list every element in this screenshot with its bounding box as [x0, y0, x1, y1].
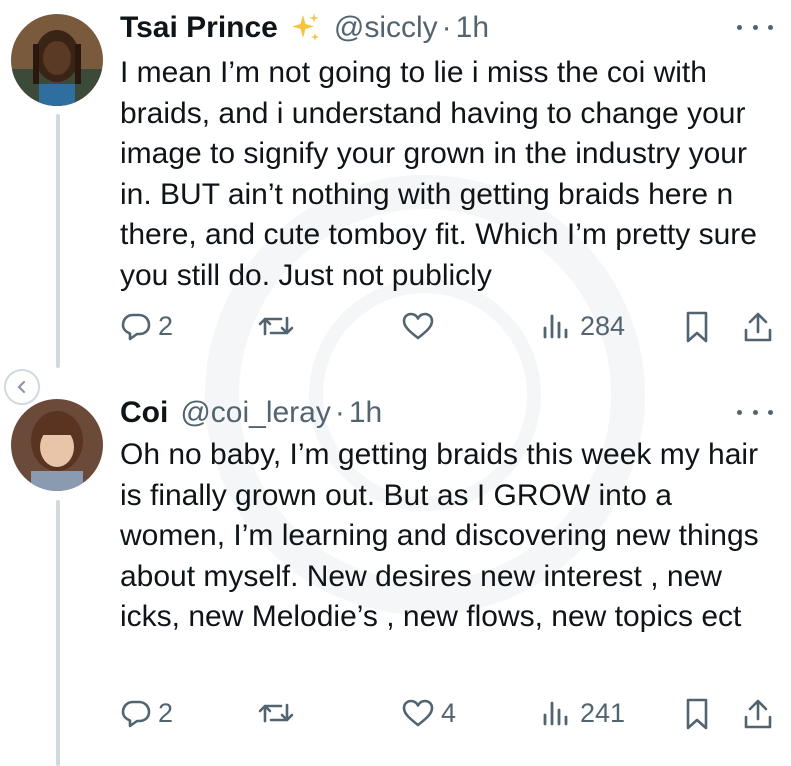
- repost-icon: [258, 316, 294, 336]
- timestamp[interactable]: 1h: [349, 396, 382, 430]
- reply-icon: [121, 313, 151, 341]
- tweet-actions: 2 4 241: [0, 694, 791, 734]
- reply-icon: [121, 700, 151, 728]
- bookmark-icon: [686, 311, 708, 343]
- avatar[interactable]: [11, 399, 103, 491]
- tweet-text: I mean I’m not going to lie i miss the c…: [120, 56, 766, 292]
- view-count: 241: [580, 697, 626, 728]
- back-arrow-button[interactable]: [4, 369, 40, 405]
- avatar-image: [11, 14, 103, 106]
- like-button[interactable]: 4: [401, 697, 456, 729]
- separator-dot: ·: [441, 11, 452, 44]
- avatar[interactable]: [11, 14, 103, 106]
- repost-button[interactable]: [257, 697, 301, 729]
- display-name[interactable]: Coi: [120, 396, 168, 430]
- share-icon: [744, 312, 772, 342]
- heart-icon: [402, 312, 434, 340]
- reply-count: 2: [158, 310, 174, 341]
- views-button[interactable]: 284: [540, 310, 625, 342]
- sparkles-icon: [288, 11, 322, 45]
- display-name[interactable]: Tsai Prince: [120, 11, 278, 45]
- repost-icon: [258, 703, 294, 723]
- bookmark-button[interactable]: [682, 310, 712, 344]
- bookmark-icon: [686, 698, 708, 730]
- like-count: 4: [441, 697, 457, 728]
- tweet-header: Coi @coi_leray · 1h: [120, 393, 382, 433]
- analytics-icon: [543, 314, 568, 339]
- bookmark-button[interactable]: [682, 697, 712, 731]
- reply-count: 2: [158, 697, 174, 728]
- like-button[interactable]: [401, 310, 441, 342]
- avatar-image: [11, 399, 103, 491]
- handle[interactable]: @coi_leray: [180, 396, 331, 430]
- share-button[interactable]: [742, 697, 774, 731]
- separator-dot: ·: [334, 396, 345, 429]
- heart-icon: [402, 699, 434, 727]
- reply-button[interactable]: 2: [120, 697, 173, 729]
- handle[interactable]: @siccly: [334, 11, 438, 45]
- more-options-icon[interactable]: [737, 21, 773, 33]
- tweet-header: Tsai Prince @siccly · 1h: [120, 8, 489, 48]
- tweet-text: Oh no baby, I’m getting braids this week…: [120, 438, 768, 633]
- analytics-icon: [543, 701, 568, 726]
- share-button[interactable]: [742, 310, 774, 344]
- view-count: 284: [580, 310, 626, 341]
- chevron-left-icon: [17, 380, 26, 394]
- views-button[interactable]: 241: [540, 697, 625, 729]
- reply-button[interactable]: 2: [120, 310, 173, 342]
- timestamp[interactable]: 1h: [456, 11, 489, 45]
- tweet-actions: 2 284: [0, 307, 791, 347]
- share-icon: [744, 699, 772, 729]
- more-options-icon[interactable]: [737, 406, 773, 418]
- repost-button[interactable]: [257, 310, 301, 342]
